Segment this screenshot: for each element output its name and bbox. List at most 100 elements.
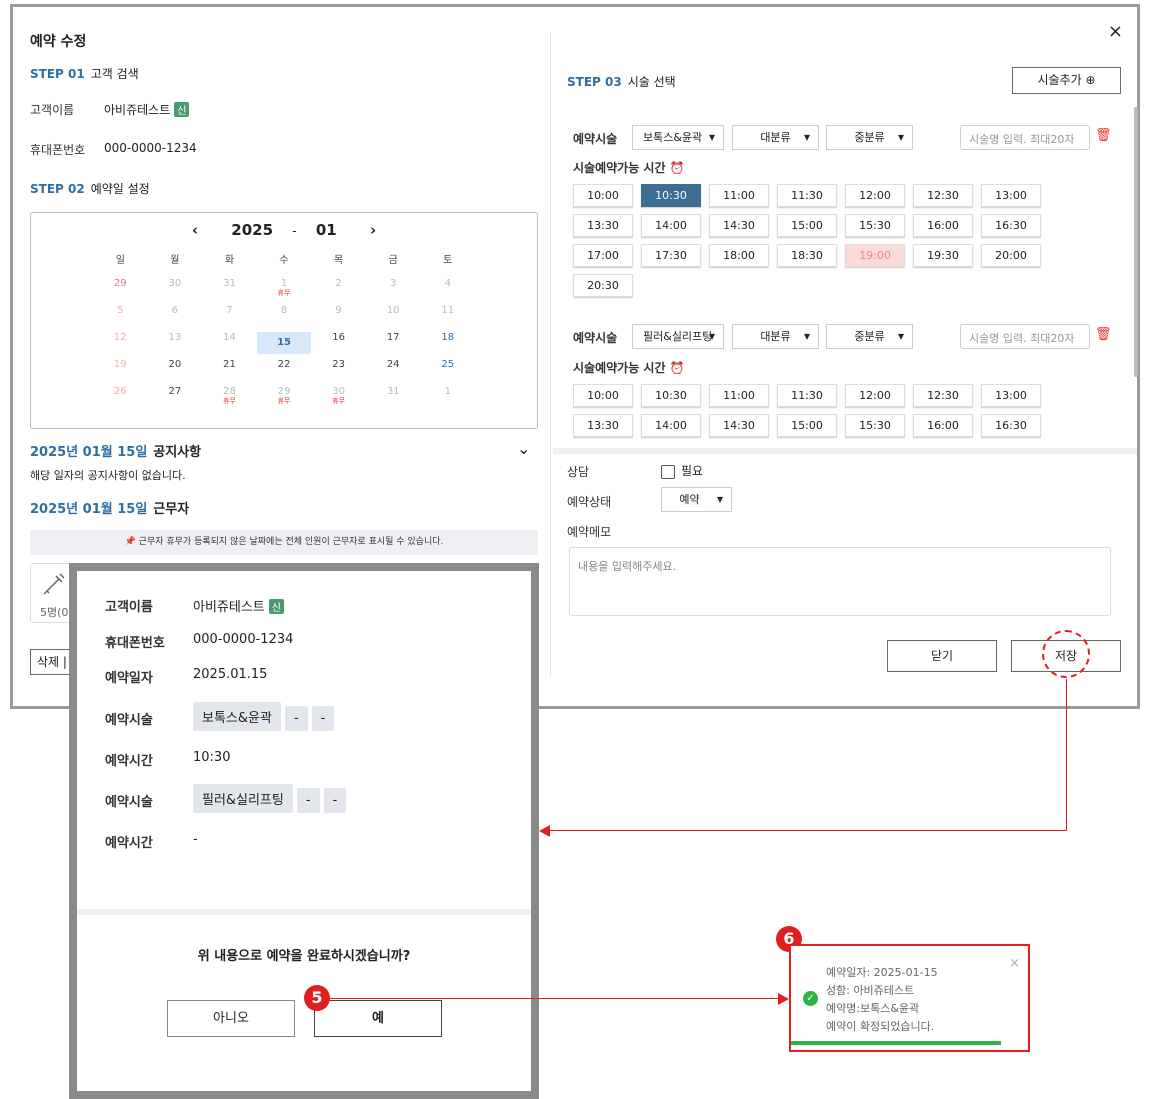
yes-button[interactable]: 예	[314, 1000, 442, 1037]
close-icon[interactable]: ×	[1108, 21, 1123, 42]
time-slot[interactable]: 14:30	[709, 414, 769, 437]
trash-icon[interactable]: 🗑	[1095, 327, 1112, 342]
time-slot[interactable]: 17:00	[573, 244, 633, 267]
time-slot[interactable]: 16:00	[913, 214, 973, 237]
checkbox-icon[interactable]	[661, 464, 675, 479]
calendar-day[interactable]: 4	[420, 278, 475, 305]
calendar-day[interactable]: 11	[420, 305, 475, 332]
time-slot[interactable]: 19:00	[845, 244, 905, 267]
time-slot[interactable]: 10:00	[573, 184, 633, 207]
time-slot[interactable]: 16:30	[981, 414, 1041, 437]
procedure2-minor-select[interactable]: 중분류	[826, 324, 913, 349]
delete-button[interactable]: 삭제 |	[30, 649, 74, 675]
worker-card[interactable]: 5명(0	[30, 563, 74, 623]
procedure2-select[interactable]: 필러&실리프팅	[632, 324, 724, 349]
calendar-day[interactable]: 27	[148, 386, 203, 413]
prev-month-icon[interactable]: ‹	[192, 221, 198, 239]
calendar-day[interactable]: 18	[420, 332, 475, 359]
time-slot[interactable]: 11:30	[777, 184, 837, 207]
calendar-day[interactable]: 16	[311, 332, 366, 359]
calendar-day[interactable]: 31	[366, 386, 421, 413]
time-slot[interactable]: 11:00	[709, 384, 769, 407]
calendar-day[interactable]: 1	[420, 386, 475, 413]
calendar-day[interactable]: 24	[366, 359, 421, 386]
calendar-day[interactable]: 22	[257, 359, 312, 386]
procedure1-select[interactable]: 보톡스&윤곽	[632, 125, 724, 150]
time-slot[interactable]: 13:30	[573, 414, 633, 437]
time-slot[interactable]: 18:00	[709, 244, 769, 267]
calendar-day[interactable]: 9	[311, 305, 366, 332]
consult-checkbox[interactable]: 필요	[661, 462, 703, 479]
calendar-day[interactable]: 7	[202, 305, 257, 332]
calendar-day[interactable]: 5	[93, 305, 148, 332]
time-slot[interactable]: 12:30	[913, 384, 973, 407]
calendar-day[interactable]: 2	[311, 278, 366, 305]
time-slot[interactable]: 15:30	[845, 214, 905, 237]
calendar-day[interactable]: 12	[93, 332, 148, 359]
calendar-day[interactable]: 13	[148, 332, 203, 359]
time-slot[interactable]: 12:00	[845, 384, 905, 407]
next-month-icon[interactable]: ›	[370, 221, 376, 239]
time-slot[interactable]: 10:30	[641, 184, 701, 207]
trash-icon[interactable]: 🗑	[1095, 128, 1112, 143]
calendar-day[interactable]: 23	[311, 359, 366, 386]
memo-textarea[interactable]: 내용을 입력해주세요.	[569, 547, 1111, 616]
time-slot[interactable]: 16:00	[913, 414, 973, 437]
time-slot[interactable]: 18:30	[777, 244, 837, 267]
toast-close-icon[interactable]: ×	[1009, 956, 1020, 971]
time-slot[interactable]: 17:30	[641, 244, 701, 267]
time-slot[interactable]: 13:30	[573, 214, 633, 237]
time-slot[interactable]: 14:30	[709, 214, 769, 237]
calendar-day[interactable]: 6	[148, 305, 203, 332]
calendar-day[interactable]: 10	[366, 305, 421, 332]
procedure2-major-select[interactable]: 대분류	[732, 324, 819, 349]
time-slot[interactable]: 13:00	[981, 184, 1041, 207]
status-select[interactable]: 예약	[661, 487, 732, 512]
calendar-day[interactable]: 31	[202, 278, 257, 305]
scrollbar[interactable]	[1134, 107, 1138, 377]
calendar-day[interactable]: 14	[202, 332, 257, 359]
procedure1-minor-select[interactable]: 중분류	[826, 125, 913, 150]
calendar-day[interactable]: 28 휴무	[202, 386, 257, 413]
time-slot[interactable]: 13:00	[981, 384, 1041, 407]
calendar-day[interactable]: 29	[93, 278, 148, 305]
procedure1-search-input[interactable]: 시술명 입력. 최대20자	[960, 125, 1090, 150]
time-slot[interactable]: 19:30	[913, 244, 973, 267]
confirm-name-label: 고객이름	[105, 600, 153, 615]
time-slot[interactable]: 12:30	[913, 184, 973, 207]
calendar-day[interactable]: 17	[366, 332, 421, 359]
time-slot[interactable]: 11:00	[709, 184, 769, 207]
calendar-day[interactable]: 30	[148, 278, 203, 305]
calendar-day[interactable]: 3	[366, 278, 421, 305]
weekday-label: 일	[115, 255, 125, 266]
time-slot[interactable]: 20:30	[573, 274, 633, 297]
calendar-day[interactable]: 8	[257, 305, 312, 332]
time-slot[interactable]: 14:00	[641, 414, 701, 437]
time-slot[interactable]: 15:00	[777, 414, 837, 437]
step2-label: 예약일 설정	[90, 182, 150, 196]
calendar-day[interactable]: 19	[93, 359, 148, 386]
time-slot[interactable]: 10:00	[573, 384, 633, 407]
time-slot[interactable]: 15:00	[777, 214, 837, 237]
time-slot[interactable]: 15:30	[845, 414, 905, 437]
calendar-day-selected[interactable]: 15	[256, 332, 312, 354]
calendar-day[interactable]: 20	[148, 359, 203, 386]
time-slot[interactable]: 20:00	[981, 244, 1041, 267]
calendar-day[interactable]: 21	[202, 359, 257, 386]
calendar-day[interactable]: 29 휴무	[257, 386, 312, 413]
time-slot[interactable]: 11:30	[777, 384, 837, 407]
add-procedure-button[interactable]: 시술추가 ⊕	[1012, 67, 1121, 94]
time-slot[interactable]: 12:00	[845, 184, 905, 207]
calendar-day[interactable]: 1 휴무	[257, 278, 312, 305]
calendar-day[interactable]: 25	[420, 359, 475, 386]
procedure2-search-input[interactable]: 시술명 입력. 최대20자	[960, 324, 1090, 349]
chevron-down-icon[interactable]: ⌄	[517, 439, 530, 458]
time-slot[interactable]: 16:30	[981, 214, 1041, 237]
calendar-day[interactable]: 30 휴무	[311, 386, 366, 413]
close-button[interactable]: 닫기	[887, 640, 997, 672]
time-slot[interactable]: 10:30	[641, 384, 701, 407]
time-slot[interactable]: 14:00	[641, 214, 701, 237]
no-button[interactable]: 아니오	[167, 1000, 295, 1037]
calendar-day[interactable]: 26	[93, 386, 148, 413]
procedure1-major-select[interactable]: 대분류	[732, 125, 819, 150]
